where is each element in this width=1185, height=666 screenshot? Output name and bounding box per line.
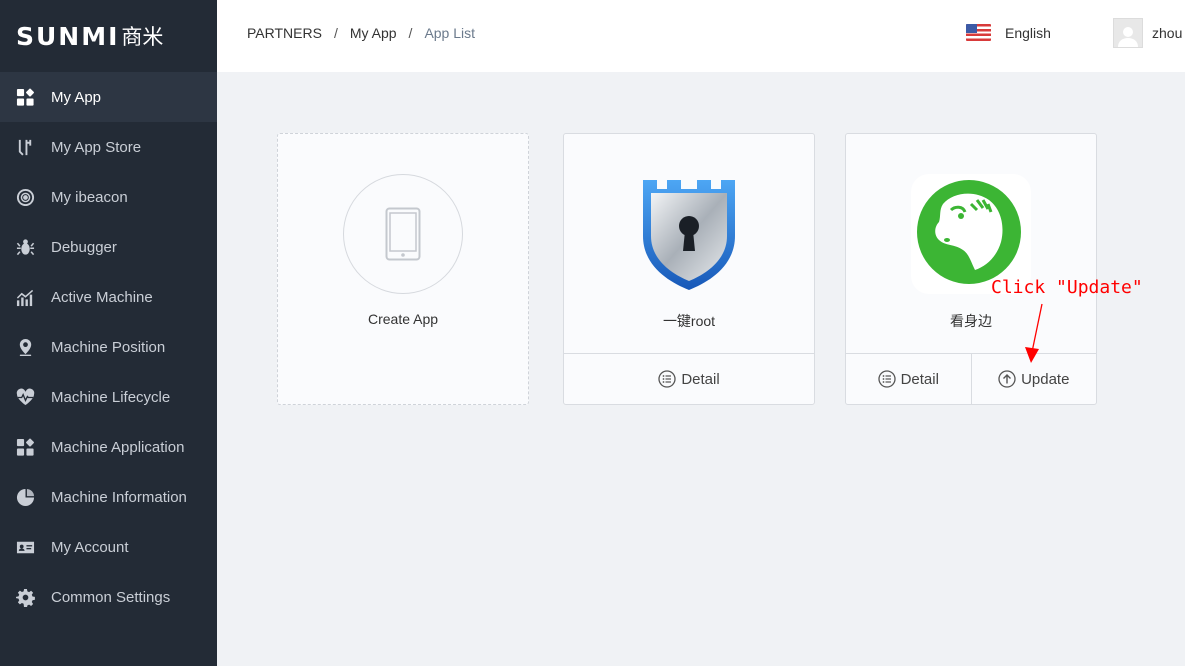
location-pin-icon <box>15 337 35 357</box>
card-body[interactable]: 看身边 <box>846 134 1096 353</box>
sidebar: SUNMI 商米 My App My App Store My ibeacon … <box>0 0 217 666</box>
chart-icon <box>15 287 35 307</box>
bug-icon <box>15 237 35 257</box>
language-label: English <box>1005 24 1051 41</box>
card-name: 看身边 <box>950 313 992 329</box>
sidebar-item-machine-position[interactable]: Machine Position <box>0 322 217 372</box>
sidebar-item-label: Machine Position <box>51 338 166 356</box>
apps-icon <box>15 437 35 457</box>
app-card-root: 一键root Detail <box>563 133 815 405</box>
sidebar-item-label: My Account <box>51 538 129 556</box>
sidebar-item-label: My App <box>51 88 102 106</box>
update-label: Update <box>1021 370 1070 388</box>
pie-chart-icon <box>15 487 35 507</box>
breadcrumb: PARTNERS / My App / App List <box>247 25 475 41</box>
card-name: 一键root <box>662 313 716 329</box>
sidebar-item-label: Active Machine <box>51 288 153 306</box>
gear-icon <box>15 587 35 607</box>
sidebar-item-machine-application[interactable]: Machine Application <box>0 422 217 472</box>
header: PARTNERS / My App / App List English zho… <box>217 0 1185 72</box>
breadcrumb-separator: / <box>408 25 413 41</box>
card-footer: Detail Update <box>846 353 1096 404</box>
sidebar-item-my-app-store[interactable]: My App Store <box>0 122 217 172</box>
sidebar-item-my-app[interactable]: My App <box>0 72 217 122</box>
app-card-kanshenbian: 看身边 Detail Update <box>845 133 1097 405</box>
logo-text: SUNMI <box>16 21 120 51</box>
sidebar-item-label: Machine Application <box>51 438 185 456</box>
upload-arrow-icon <box>998 370 1016 388</box>
sidebar-item-label: Common Settings <box>51 588 171 606</box>
create-app-card[interactable]: Create App <box>277 133 529 405</box>
annotation-text: Click "Update" <box>991 277 1143 298</box>
logo[interactable]: SUNMI 商米 <box>0 0 217 72</box>
store-icon <box>15 137 35 157</box>
tablet-icon <box>343 174 463 294</box>
detail-label: Detail <box>900 370 939 388</box>
sidebar-item-common-settings[interactable]: Common Settings <box>0 572 217 622</box>
breadcrumb-app-list: App List <box>424 25 476 41</box>
us-flag-icon <box>966 24 991 41</box>
sidebar-item-machine-lifecycle[interactable]: Machine Lifecycle <box>0 372 217 422</box>
sidebar-item-label: Machine Lifecycle <box>51 388 171 406</box>
sidebar-item-my-account[interactable]: My Account <box>0 522 217 572</box>
horse-icon <box>911 174 1031 294</box>
beacon-icon <box>15 187 35 207</box>
breadcrumb-my-app[interactable]: My App <box>350 25 397 41</box>
breadcrumb-partners[interactable]: PARTNERS <box>247 25 322 41</box>
sidebar-item-label: Debugger <box>51 238 117 256</box>
apps-icon <box>15 87 35 107</box>
card-footer: Detail <box>564 353 814 404</box>
list-icon <box>658 370 676 388</box>
annotation-arrow-icon <box>1025 303 1043 363</box>
detail-button[interactable]: Detail <box>564 354 814 404</box>
card-body[interactable]: 一键root <box>564 134 814 353</box>
avatar <box>1113 18 1143 48</box>
breadcrumb-separator: / <box>333 25 338 41</box>
card-name: Create App <box>367 311 439 327</box>
sidebar-item-my-ibeacon[interactable]: My ibeacon <box>0 172 217 222</box>
sidebar-item-debugger[interactable]: Debugger <box>0 222 217 272</box>
user-menu[interactable]: zhou <box>1113 18 1182 48</box>
logo-cn: 商米 <box>121 25 164 49</box>
sidebar-item-label: Machine Information <box>51 488 187 506</box>
sidebar-item-label: My App Store <box>51 138 142 156</box>
language-selector[interactable]: English <box>966 24 1051 41</box>
heartbeat-icon <box>15 387 35 407</box>
sidebar-item-label: My ibeacon <box>51 188 128 206</box>
list-icon <box>877 370 896 388</box>
username: zhou <box>1152 25 1183 41</box>
detail-label: Detail <box>681 370 720 388</box>
sidebar-item-active-machine[interactable]: Active Machine <box>0 272 217 322</box>
shield-keyhole-icon <box>629 174 749 294</box>
sidebar-item-machine-information[interactable]: Machine Information <box>0 472 217 522</box>
detail-button[interactable]: Detail <box>846 354 971 404</box>
id-card-icon <box>15 537 35 557</box>
